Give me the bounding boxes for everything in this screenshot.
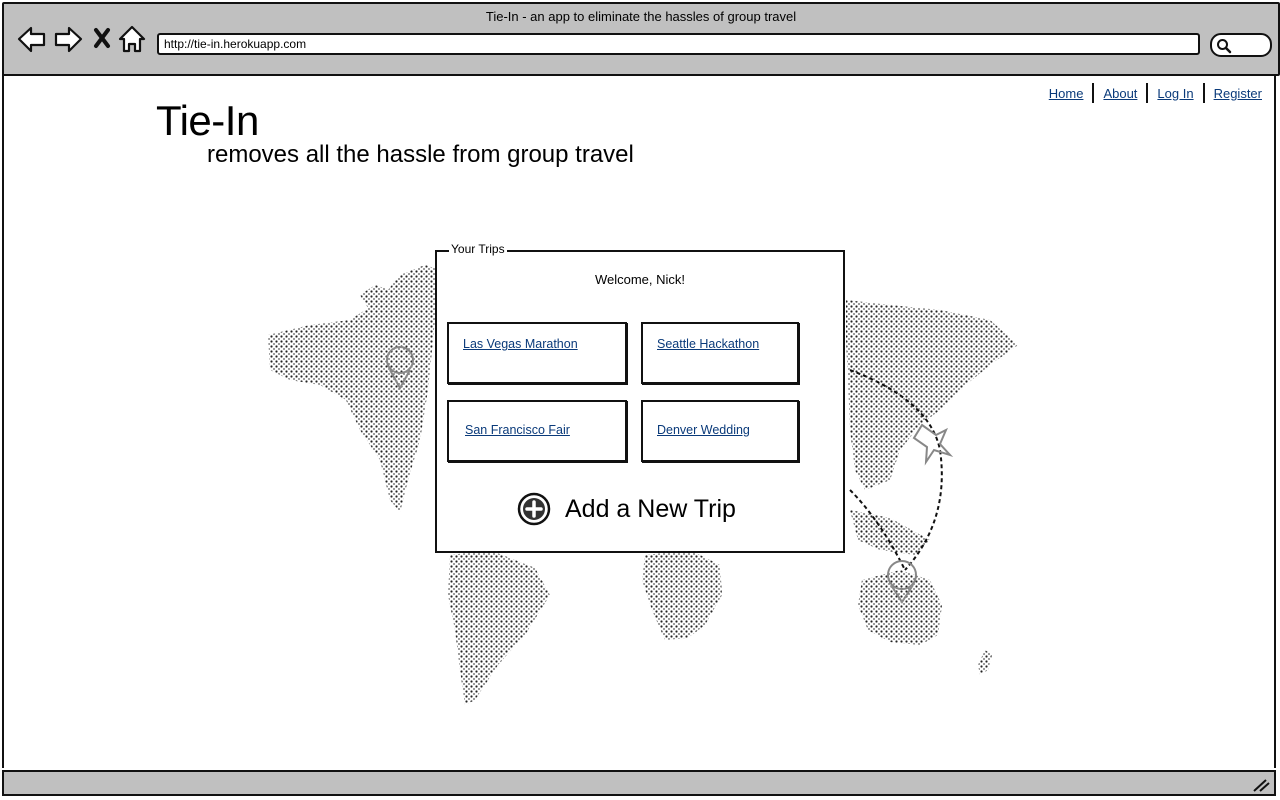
trip-link[interactable]: Seattle Hackathon [657, 337, 759, 351]
nav-divider [1202, 83, 1205, 103]
resize-grip-icon[interactable] [1252, 778, 1270, 792]
browser-search-input[interactable] [1210, 33, 1272, 57]
nav-register-link[interactable]: Register [1210, 86, 1266, 101]
url-input[interactable]: http://tie-in.herokuapp.com [157, 33, 1200, 55]
nav-home-link[interactable]: Home [1045, 86, 1088, 101]
trip-card[interactable]: Las Vegas Marathon [447, 322, 627, 384]
window-title: Tie-In - an app to eliminate the hassles… [485, 9, 797, 24]
search-icon [1217, 39, 1232, 54]
trips-panel-legend: Your Trips [449, 242, 507, 256]
trip-card[interactable]: Denver Wedding [641, 400, 799, 462]
site-title: Tie-In [156, 97, 259, 144]
browser-window: Tie-In - an app to eliminate the hassles… [0, 0, 1280, 800]
status-bar [2, 770, 1276, 796]
home-icon[interactable] [116, 24, 148, 56]
trip-link[interactable]: Denver Wedding [657, 423, 750, 437]
add-trip-label: Add a New Trip [565, 494, 736, 523]
trip-link[interactable]: Las Vegas Marathon [463, 337, 578, 351]
site-tagline: removes all the hassle from group travel [207, 141, 634, 168]
top-nav: Home About Log In Register [1045, 83, 1266, 103]
nav-about-link[interactable]: About [1099, 86, 1141, 101]
trip-card[interactable]: San Francisco Fair [447, 400, 627, 462]
plus-circle-icon [517, 492, 551, 526]
nav-login-link[interactable]: Log In [1153, 86, 1197, 101]
trips-panel: Your Trips Welcome, Nick! Las Vegas Mara… [435, 242, 845, 553]
nav-divider [1146, 83, 1149, 103]
nav-divider [1092, 83, 1095, 103]
trip-card[interactable]: Seattle Hackathon [641, 322, 799, 384]
welcome-message: Welcome, Nick! [594, 272, 686, 287]
forward-icon[interactable] [52, 24, 84, 56]
trip-link[interactable]: San Francisco Fair [465, 423, 570, 437]
browser-toolbar: Tie-In - an app to eliminate the hassles… [2, 2, 1280, 76]
back-icon[interactable] [16, 24, 48, 56]
add-trip-button[interactable]: Add a New Trip [517, 492, 736, 526]
